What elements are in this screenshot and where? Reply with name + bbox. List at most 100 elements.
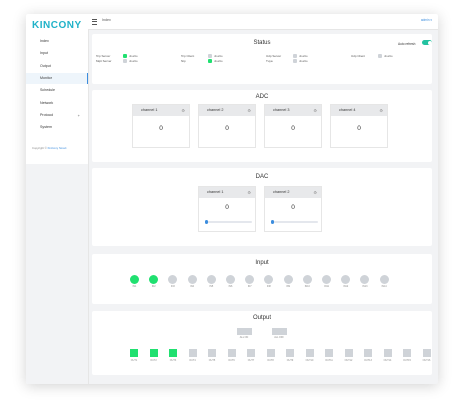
dac-channel-header: channel 1 ⚙ [199, 187, 255, 198]
all-off-button[interactable] [272, 328, 287, 335]
auto-refresh-toggle[interactable] [422, 40, 432, 45]
settings-icon[interactable]: ⚙ [181, 105, 185, 116]
output-toggle[interactable] [305, 349, 314, 357]
sidebar-item-monitor[interactable]: Monitor [26, 72, 88, 84]
sidebar-item-label: Output [40, 63, 51, 68]
output-label: OUT10 [305, 359, 314, 362]
input-indicator [264, 275, 274, 284]
settings-icon[interactable]: ⚙ [313, 187, 317, 198]
adc-channel-header: channel 2 ⚙ [199, 105, 255, 116]
sidebar-item-protocol[interactable]: Protocol + [26, 110, 88, 121]
dac-channel-name: channel 1 [207, 190, 224, 194]
dac-channel-header: channel 2 ⚙ [265, 187, 321, 198]
adc-panel: ADC channel 1 ⚙ 0 channel 2 ⚙ 0 channel 3 ⚙ 0 cha… [92, 90, 432, 162]
output-label: OUT8 [267, 359, 274, 362]
input-indicator [168, 275, 178, 284]
sidebar-item-schedule[interactable]: Schedule [26, 85, 88, 96]
sidebar-item-label: System [40, 125, 52, 130]
copyright: Copyright © KinCony Smart [32, 146, 66, 150]
output-toggle[interactable] [325, 349, 333, 357]
output-toggle[interactable] [247, 349, 255, 357]
output-toggle[interactable] [403, 349, 411, 357]
input-label: IN6 [228, 285, 233, 288]
input-title: Input [255, 260, 269, 266]
sidebar-item-label: Index [40, 39, 49, 43]
all-on-button[interactable] [237, 328, 252, 335]
adc-channel-value: 0 [225, 125, 229, 132]
status-title: Status [253, 40, 271, 46]
all-off-label: ALL OFF [274, 336, 284, 339]
status-label: Tcp Server [96, 54, 111, 58]
status-indicator [208, 54, 212, 58]
output-toggle[interactable] [149, 349, 158, 357]
adc-channel-value: 0 [291, 125, 295, 132]
dac-slider-handle[interactable] [204, 220, 208, 224]
input-indicator [226, 275, 235, 284]
output-toggle[interactable] [266, 349, 275, 357]
output-toggle[interactable] [208, 349, 216, 357]
sidebar-item-index[interactable]: Index [26, 36, 88, 47]
dac-slider[interactable] [206, 221, 252, 223]
output-toggle[interactable] [422, 349, 431, 357]
sidebar-item-system[interactable]: System [26, 122, 88, 133]
sidebar-item-label: Protocol [40, 112, 54, 117]
settings-icon[interactable]: ⚙ [313, 105, 317, 116]
input-indicator [130, 275, 139, 284]
settings-icon[interactable]: ⚙ [247, 105, 251, 116]
logo: KINCONY [32, 20, 82, 31]
output-title: Output [252, 315, 271, 321]
status-label: Mqtt Server [96, 59, 112, 63]
sidebar-item-output[interactable]: Output [26, 61, 88, 72]
settings-icon[interactable]: ⚙ [247, 187, 251, 198]
sidebar-item-label: Network [40, 100, 54, 105]
output-toggle[interactable] [130, 349, 138, 357]
app-window: KINCONY Index Input Output Monitor Schedule N… [26, 14, 438, 384]
adc-channel-card: channel 1 ⚙ 0 [132, 104, 190, 148]
sidebar-item-input[interactable]: Input [26, 48, 88, 59]
output-label: OUT4 [189, 359, 196, 362]
input-label: IN13 [362, 285, 368, 288]
adc-channel-header: channel 4 ⚙ [331, 105, 387, 116]
dac-panel: DAC channel 1 ⚙ 0 channel 2 ⚙ 0 [92, 168, 432, 246]
dac-title: DAC [255, 174, 269, 180]
output-label: OUT9 [286, 359, 294, 362]
menu-icon[interactable] [92, 19, 97, 25]
adc-channel-name: channel 4 [339, 108, 356, 112]
output-toggle[interactable] [383, 349, 392, 357]
output-toggle[interactable] [169, 349, 177, 357]
adc-channel-value: 0 [357, 125, 361, 132]
output-label: OUT2 [150, 359, 157, 362]
top-bar: Index admin ▾ [88, 14, 438, 30]
output-toggle[interactable] [344, 349, 353, 357]
input-indicator [302, 275, 312, 284]
dac-channel-name: channel 2 [273, 190, 290, 194]
input-label: IN14 [381, 285, 387, 288]
status-value: disable [129, 54, 138, 59]
input-label: IN4 [190, 285, 194, 288]
auto-refresh-label: Auto refresh [398, 42, 416, 46]
output-toggle[interactable] [188, 349, 197, 357]
output-label: OUT6 [228, 359, 235, 362]
status-value: disable [129, 59, 138, 64]
status-label: Udp Server [266, 54, 282, 58]
dac-slider[interactable] [272, 221, 318, 223]
copyright-brand-link[interactable]: KinCony Smart [48, 146, 67, 150]
adc-title: ADC [255, 94, 269, 100]
status-value: disable [384, 54, 393, 59]
copyright-text: Copyright © [32, 146, 47, 150]
status-indicator [123, 54, 127, 58]
output-label: OUT15 [403, 359, 411, 362]
input-indicator [206, 275, 216, 284]
settings-icon[interactable]: ⚙ [379, 105, 383, 116]
output-toggle[interactable] [364, 349, 372, 357]
user-menu[interactable]: admin ▾ [421, 18, 432, 22]
sidebar-item-label: Monitor [40, 75, 52, 80]
output-toggle[interactable] [227, 349, 236, 357]
input-label: IN10 [304, 285, 310, 288]
page-title: Index [102, 18, 111, 22]
output-toggle[interactable] [286, 349, 294, 357]
dac-slider-handle[interactable] [270, 220, 274, 224]
sidebar-item-network[interactable]: Network [26, 98, 88, 109]
input-indicator [360, 275, 370, 284]
output-label: OUT3 [169, 359, 177, 362]
